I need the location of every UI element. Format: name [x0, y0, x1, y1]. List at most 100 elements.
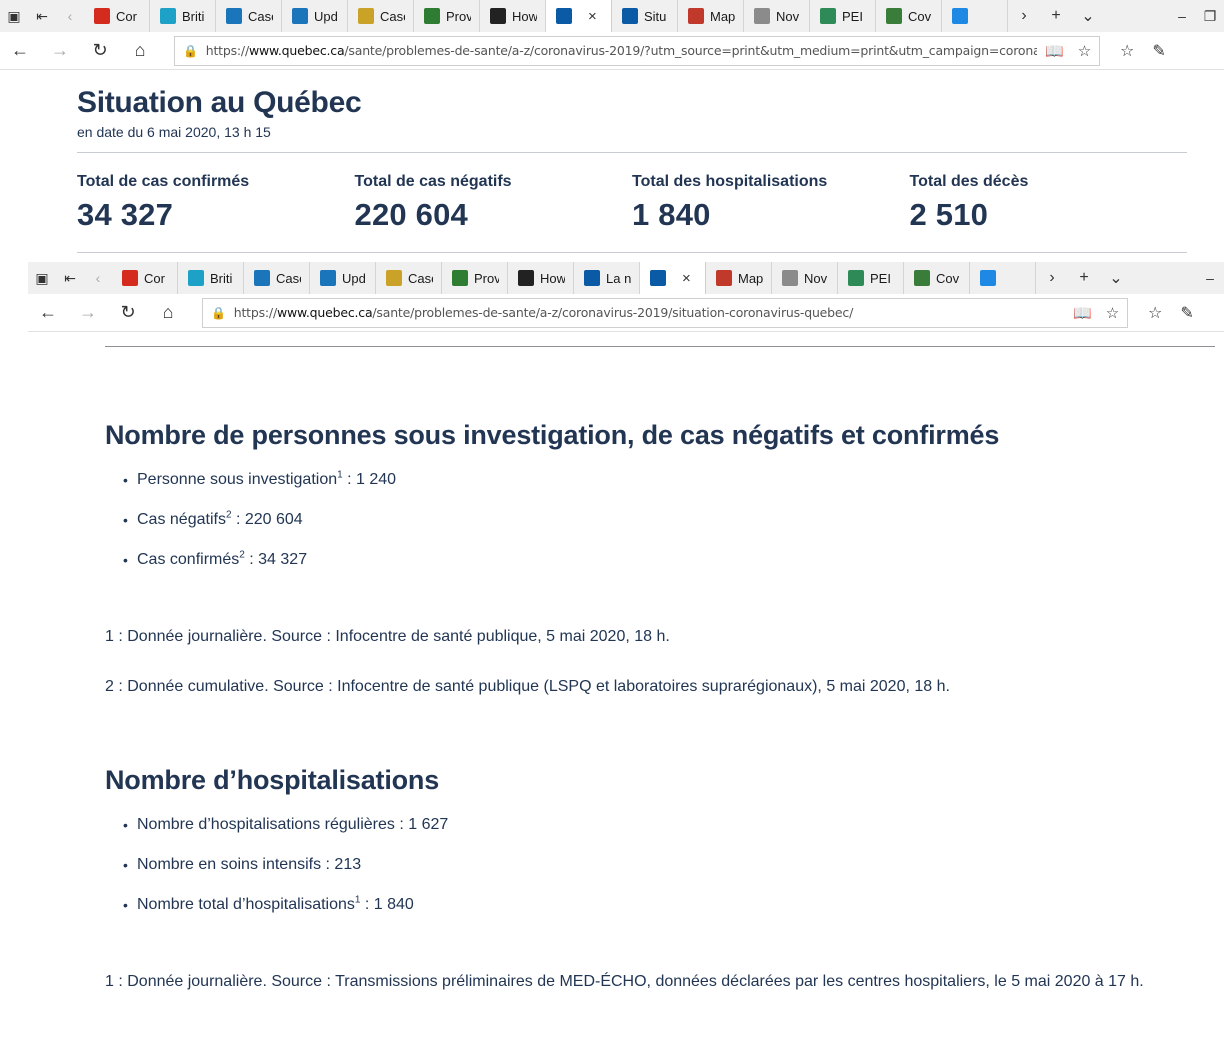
- tab-prov[interactable]: Prov: [414, 0, 480, 32]
- scroll-tabs-right-icon[interactable]: ›: [1008, 7, 1040, 25]
- stat-value: 2 510: [909, 197, 989, 232]
- tab-actions-icon[interactable]: ▣: [28, 262, 56, 294]
- favorite-star-icon[interactable]: ☆: [1106, 304, 1119, 322]
- tab-bar: ▣ ⇤ ‹ Cor Briti Case Upd Case Prov How × Situ Map…: [0, 0, 1224, 32]
- reading-view-icon[interactable]: 📖: [1073, 304, 1092, 322]
- tab-active[interactable]: [942, 0, 1008, 32]
- tab-label: Upd: [342, 270, 366, 286]
- scroll-tabs-left-icon[interactable]: ‹: [84, 262, 112, 294]
- tab-upd[interactable]: Upd: [282, 0, 348, 32]
- new-tab-icon[interactable]: +: [1068, 269, 1100, 287]
- favorites-list-icon[interactable]: ☆: [1120, 41, 1134, 61]
- alberta-icon: [254, 270, 270, 286]
- tab-label: Prov: [474, 270, 499, 286]
- close-tab-icon[interactable]: ×: [682, 270, 691, 287]
- address-bar[interactable]: 🔒 https://www.quebec.ca/sante/problemes-…: [174, 35, 1100, 66]
- set-aside-tabs-icon[interactable]: ⇤: [28, 0, 56, 32]
- tab-how[interactable]: How: [508, 262, 574, 294]
- list-item: • Nombre d’hospitalisations régulières : …: [123, 814, 448, 854]
- tab-pei[interactable]: PEI: [838, 262, 904, 294]
- tab-nov[interactable]: Nov: [744, 0, 810, 32]
- tab-map[interactable]: Map: [706, 262, 772, 294]
- quebec-icon: [584, 270, 600, 286]
- tab-cor[interactable]: Cor: [84, 0, 150, 32]
- tab-label: Nov: [776, 8, 800, 24]
- tab-label: Briti: [210, 270, 233, 286]
- new-tab-icon[interactable]: +: [1040, 7, 1072, 25]
- tab-pei[interactable]: PEI: [810, 0, 876, 32]
- tab-label: PEI: [842, 8, 863, 24]
- ontario-icon: [518, 270, 534, 286]
- tab-label: Case: [248, 8, 273, 24]
- address-bar[interactable]: 🔒 https://www.quebec.ca/sante/problemes-…: [202, 297, 1128, 328]
- restore-icon[interactable]: ❐: [1196, 0, 1224, 32]
- footnote: 1 : Donnée journalière. Source : Infocen…: [105, 628, 670, 645]
- tab-situ[interactable]: Situ: [612, 0, 678, 32]
- stat-value: 220 604: [354, 197, 468, 232]
- divider: [77, 252, 1187, 253]
- tab-case[interactable]: Case: [244, 262, 310, 294]
- pei-icon: [848, 270, 864, 286]
- tab-case[interactable]: Case: [376, 262, 442, 294]
- home-icon[interactable]: ⌂: [148, 294, 188, 332]
- home-icon[interactable]: ⌂: [120, 32, 160, 70]
- tab-label: Cor: [144, 270, 165, 286]
- minimize-icon[interactable]: –: [1168, 0, 1196, 32]
- bullet-icon: •: [123, 552, 128, 568]
- set-aside-tabs-icon[interactable]: ⇤: [56, 262, 84, 294]
- quebec-icon: [650, 270, 666, 286]
- reading-view-icon[interactable]: 📖: [1045, 42, 1064, 60]
- notes-pen-icon[interactable]: ✎: [1180, 303, 1193, 323]
- tab-cov[interactable]: Cov: [876, 0, 942, 32]
- forward-icon[interactable]: →: [40, 32, 80, 70]
- quebec-icon: [556, 8, 572, 24]
- minimize-icon[interactable]: –: [1196, 262, 1224, 294]
- tab-nov[interactable]: Nov: [772, 262, 838, 294]
- situation-panel: Situation au Québec en date du 6 mai 202…: [77, 86, 1187, 253]
- tab-map[interactable]: Map: [678, 0, 744, 32]
- tab-la-n[interactable]: La n: [574, 262, 640, 294]
- tab-list-chevron-icon[interactable]: ⌄: [1100, 268, 1132, 288]
- tab-how[interactable]: How: [480, 0, 546, 32]
- tab-briti[interactable]: Briti: [178, 262, 244, 294]
- tab-cov[interactable]: Cov: [904, 262, 970, 294]
- tab-label: Nov: [804, 270, 828, 286]
- back-icon[interactable]: ←: [28, 294, 68, 332]
- stat-value: 1 840: [632, 197, 711, 232]
- tab-actions-icon[interactable]: ▣: [0, 0, 28, 32]
- favorite-star-icon[interactable]: ☆: [1078, 42, 1091, 60]
- alberta-icon: [320, 270, 336, 286]
- tab-label: La n: [606, 270, 631, 286]
- tab-active[interactable]: ×: [640, 262, 706, 294]
- tab-upd[interactable]: Upd: [310, 262, 376, 294]
- tab-list-chevron-icon[interactable]: ⌄: [1072, 6, 1104, 26]
- tab-case[interactable]: Case: [216, 0, 282, 32]
- lock-icon: 🔒: [183, 43, 198, 58]
- scroll-tabs-left-icon[interactable]: ‹: [56, 0, 84, 32]
- nl-icon: [952, 8, 968, 24]
- section-heading: Nombre de personnes sous investigation, …: [105, 420, 1000, 450]
- item-label: Nombre en soins intensifs: [137, 856, 322, 873]
- favorites-list-icon[interactable]: ☆: [1148, 303, 1162, 323]
- forward-icon[interactable]: →: [68, 294, 108, 332]
- refresh-icon[interactable]: ↻: [108, 294, 148, 332]
- quebec-icon: [622, 8, 638, 24]
- tab-active[interactable]: [970, 262, 1036, 294]
- notes-pen-icon[interactable]: ✎: [1152, 41, 1165, 61]
- tab-label: Upd: [314, 8, 338, 24]
- tab-case[interactable]: Case: [348, 0, 414, 32]
- scroll-tabs-right-icon[interactable]: ›: [1036, 269, 1068, 287]
- close-tab-icon[interactable]: ×: [588, 8, 597, 25]
- nb-icon: [688, 8, 704, 24]
- back-icon[interactable]: ←: [0, 32, 40, 70]
- tab-cor[interactable]: Cor: [112, 262, 178, 294]
- tab-prov[interactable]: Prov: [442, 262, 508, 294]
- section-heading: Nombre d’hospitalisations: [105, 765, 440, 795]
- bullet-icon: •: [123, 472, 128, 488]
- tab-label: Situ: [644, 8, 667, 24]
- tab-label: Cov: [908, 8, 932, 24]
- item-value: : 34 327: [244, 551, 308, 568]
- tab-active[interactable]: ×: [546, 0, 612, 32]
- tab-briti[interactable]: Briti: [150, 0, 216, 32]
- refresh-icon[interactable]: ↻: [80, 32, 120, 70]
